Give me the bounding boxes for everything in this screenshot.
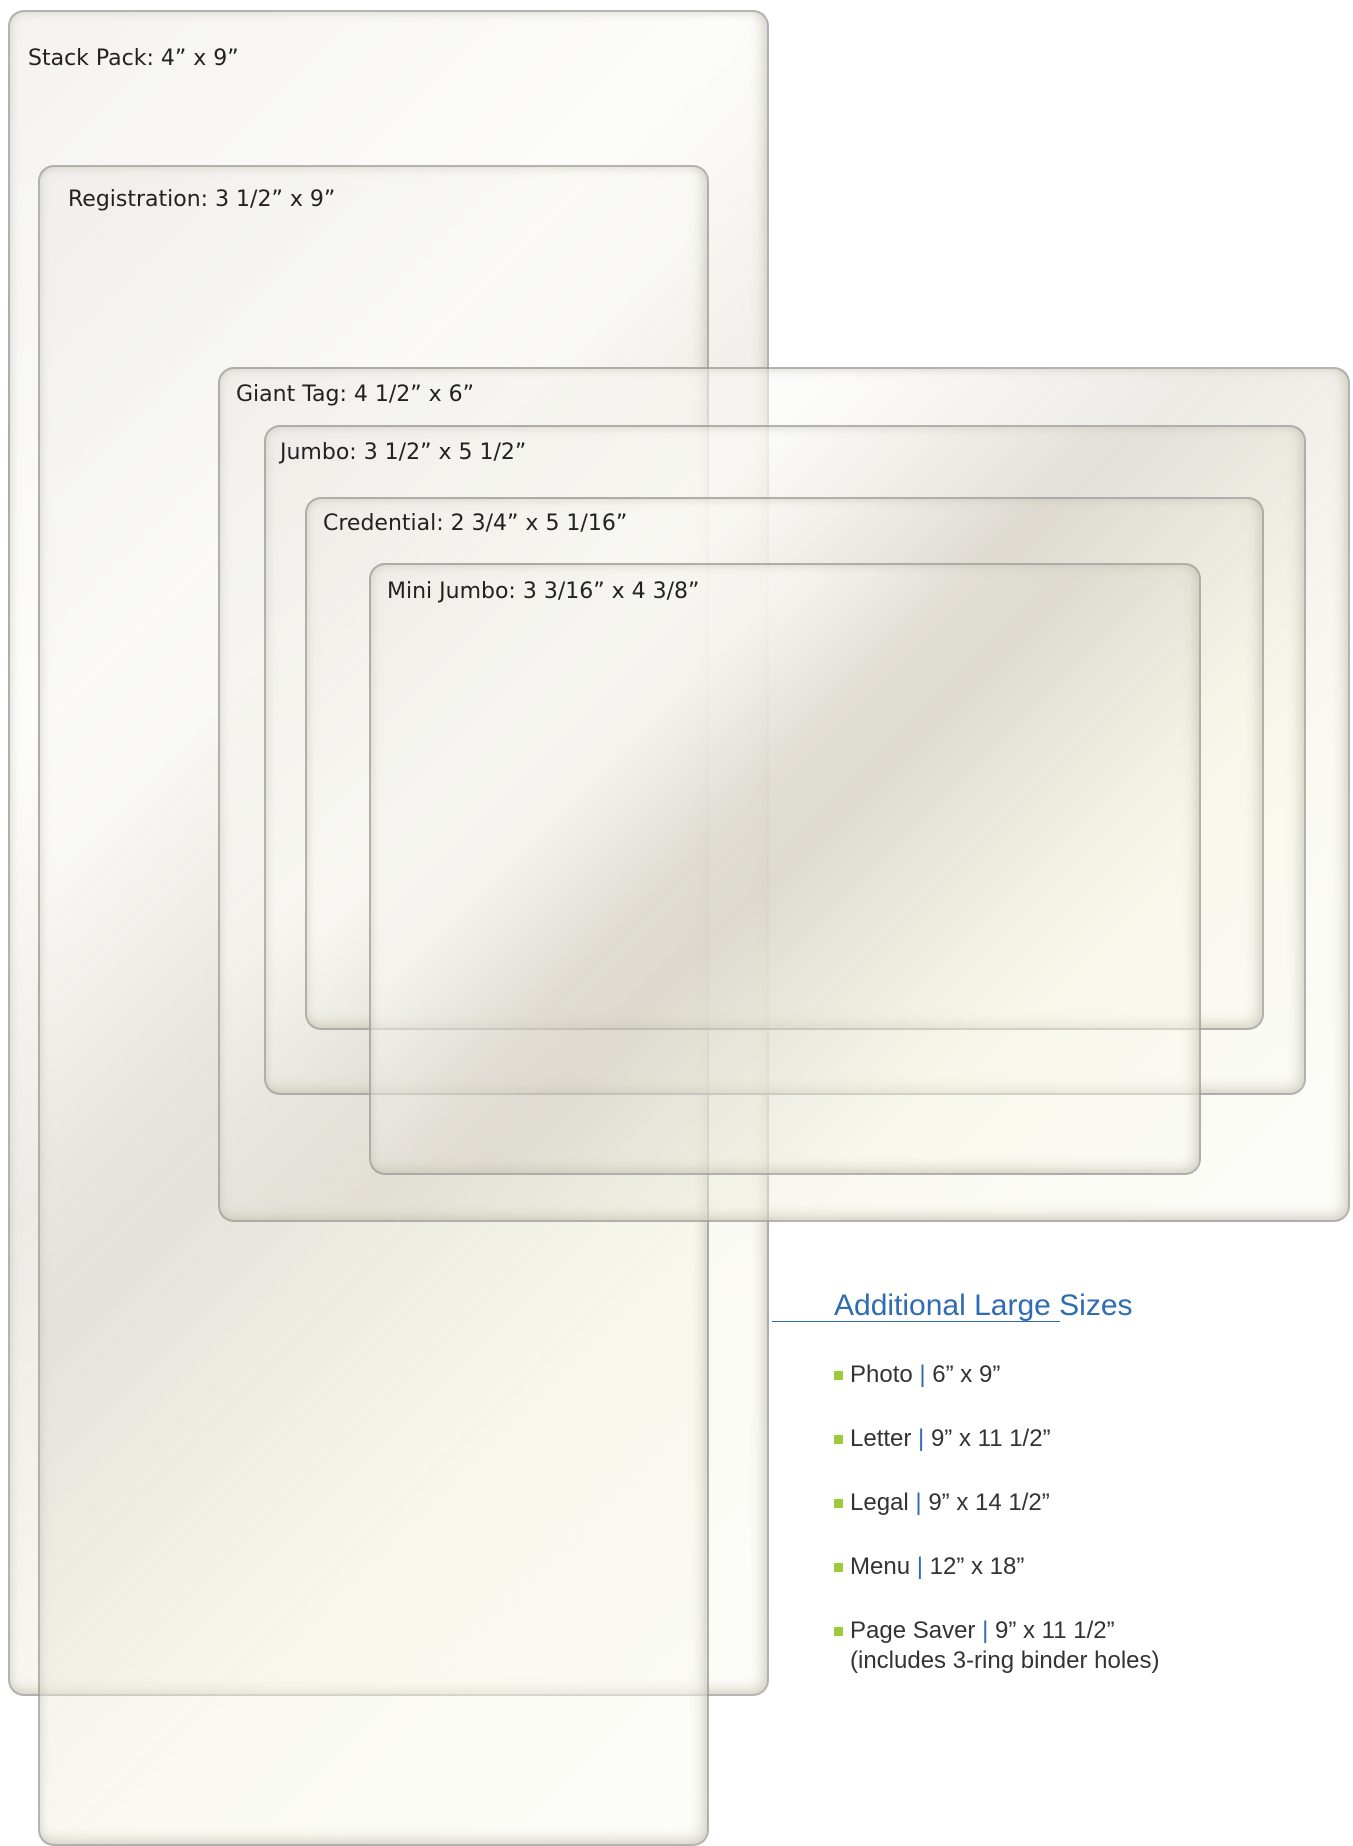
size-item-page-saver: Page Saver | 9” x 11 1/2” (includes 3-ri… [834,1616,1332,1676]
separator: | [918,1425,925,1452]
size-note: (includes 3-ring binder holes) [850,1647,1160,1674]
size-list: Photo | 6” x 9” Letter | 9” x 11 1/2” Le… [834,1360,1332,1676]
pouch-label-stack-pack: Stack Pack: 4” x 9” [28,46,239,71]
size-value: 9” x 11 1/2” [995,1617,1115,1644]
size-name: Legal [850,1489,909,1516]
size-item-photo: Photo | 6” x 9” [834,1360,1332,1390]
size-value: 9” x 11 1/2” [930,1425,1051,1452]
separator: | [919,1361,926,1388]
size-item-letter: Letter | 9” x 11 1/2” [834,1424,1332,1454]
size-item-menu: Menu | 12” x 18” [834,1552,1332,1582]
separator: | [916,1553,923,1580]
size-name: Letter [850,1425,912,1452]
separator: | [982,1617,989,1644]
square-bullet-icon [834,1563,843,1572]
pouch-label-jumbo: Jumbo: 3 1/2” x 5 1/2” [280,440,527,465]
pouch-label-credential: Credential: 2 3/4” x 5 1/16” [323,511,628,536]
size-name: Photo [850,1361,913,1388]
square-bullet-icon [834,1627,843,1636]
square-bullet-icon [834,1499,843,1508]
size-item-legal: Legal | 9” x 14 1/2” [834,1488,1332,1518]
additional-sizes-title: Additional Large Sizes [834,1289,1133,1322]
size-value: 9” x 14 1/2” [928,1489,1050,1516]
square-bullet-icon [834,1435,843,1444]
square-bullet-icon [834,1371,843,1380]
pouch-mini-jumbo: Mini Jumbo: 3 3/16” x 4 3/8” [369,563,1201,1175]
separator: | [915,1489,922,1516]
size-value: 12” x 18” [929,1553,1025,1580]
size-name: Menu [850,1553,911,1580]
pouch-label-mini-jumbo: Mini Jumbo: 3 3/16” x 4 3/8” [387,579,700,604]
pouch-label-registration: Registration: 3 1/2” x 9” [68,187,336,212]
pouch-label-giant-tag: Giant Tag: 4 1/2” x 6” [236,382,475,407]
size-value: 6” x 9” [932,1361,1001,1388]
additional-sizes-panel: Additional Large Sizes Photo | 6” x 9” L… [772,1286,1332,1710]
size-name: Page Saver [850,1617,976,1644]
